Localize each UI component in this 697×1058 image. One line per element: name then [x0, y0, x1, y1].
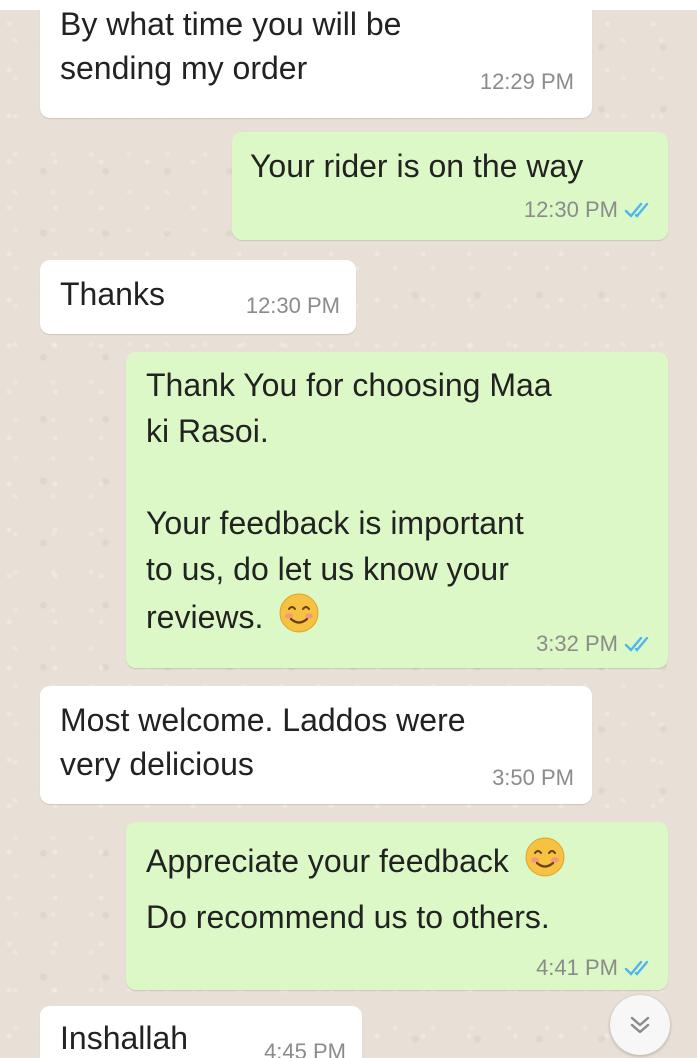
- message-time: 3:32 PM: [536, 631, 618, 656]
- incoming-message[interactable]: Inshallah 4:45 PM: [40, 1006, 362, 1058]
- outgoing-message[interactable]: Thank You for choosing Maa ki Rasoi. You…: [126, 352, 668, 668]
- message-meta: 3:32 PM: [536, 630, 654, 659]
- incoming-message[interactable]: Thanks 12:30 PM: [40, 260, 356, 334]
- scroll-to-bottom-button[interactable]: [610, 995, 670, 1055]
- message-text: Your rider is on the way: [250, 148, 584, 184]
- smiling-face-icon: [279, 593, 319, 633]
- double-check-read-icon: [624, 637, 649, 653]
- double-check-read-icon: [624, 203, 649, 219]
- outgoing-message[interactable]: Your rider is on the way 12:30 PM: [232, 132, 668, 240]
- message-text-last-line: reviews.: [146, 592, 320, 640]
- chat-wallpaper: By what time you will be sending my orde…: [0, 10, 697, 1058]
- message-text: Thanks: [60, 276, 165, 312]
- message-time: 4:45 PM: [264, 1039, 346, 1058]
- message-time: 12:30 PM: [245, 293, 340, 318]
- message-text: By what time you will be sending my orde…: [60, 10, 402, 86]
- incoming-message[interactable]: By what time you will be sending my orde…: [40, 10, 592, 118]
- message-text: Inshallah: [60, 1020, 189, 1056]
- message-text-second-line: Do recommend us to others.: [146, 899, 550, 935]
- message-time: 4:41 PM: [536, 955, 618, 980]
- message-time: 3:50 PM: [492, 765, 574, 790]
- message-time: 12:29 PM: [479, 69, 574, 94]
- message-text: Most welcome. Laddos were very delicious: [60, 702, 466, 782]
- message-meta: 4:41 PM: [536, 954, 654, 983]
- message-meta: 12:30 PM: [524, 196, 654, 225]
- outgoing-message[interactable]: Appreciate your feedback Do recommend us…: [126, 822, 668, 990]
- message-text: Thank You for choosing Maa ki Rasoi. You…: [146, 367, 552, 587]
- message-time: 12:30 PM: [523, 197, 618, 222]
- incoming-message[interactable]: Most welcome. Laddos were very delicious…: [40, 686, 592, 804]
- message-text-first-line: Appreciate your feedback: [146, 836, 566, 884]
- double-chevron-down-icon: [630, 1016, 650, 1034]
- double-check-read-icon: [624, 961, 649, 977]
- smiling-face-icon: [525, 837, 565, 877]
